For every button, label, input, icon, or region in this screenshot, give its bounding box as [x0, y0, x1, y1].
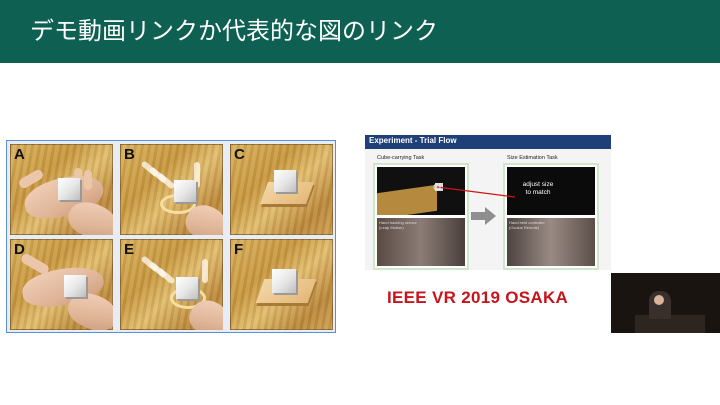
representative-figure: A B C D E F	[6, 140, 336, 333]
virtual-finger-illustration	[156, 267, 176, 285]
finger-illustration	[84, 170, 92, 190]
panel-letter: B	[124, 146, 135, 163]
figure-panel-b: B	[120, 144, 223, 235]
panel-letter: A	[14, 146, 25, 163]
cube-illustration	[176, 277, 198, 299]
figure-panel-a: A	[10, 144, 113, 235]
virtual-finger-illustration	[156, 172, 176, 190]
panel-letter: D	[14, 241, 25, 258]
figure-panel-c: C	[230, 144, 333, 235]
cube-illustration	[174, 180, 196, 202]
figure-panel-e: E	[120, 239, 223, 330]
figure-panel-d: D	[10, 239, 113, 330]
demo-video-frame[interactable]: Experiment - Trial Flow Cube-carrying Ta…	[365, 135, 720, 333]
cube-illustration	[58, 178, 80, 200]
speaker-camera	[611, 273, 720, 333]
video-slide: Experiment - Trial Flow Cube-carrying Ta…	[365, 135, 611, 270]
panel-letter: F	[234, 241, 244, 258]
figure-panel-f: F	[230, 239, 333, 330]
virtual-finger-illustration	[202, 259, 208, 283]
slide-title: デモ動画リンクか代表的な図のリンク	[30, 17, 438, 45]
conference-logo: IEEE VR 2019 OSAKA	[387, 288, 569, 307]
cube-illustration	[274, 170, 296, 192]
speaker-face	[654, 295, 664, 305]
pointer-line	[433, 183, 516, 198]
cube-illustration	[64, 275, 86, 297]
slide-header: デモ動画リンクか代表的な図のリンク	[0, 0, 720, 63]
panel-letter: C	[234, 146, 245, 163]
cube-illustration	[272, 269, 296, 293]
panel-letter: E	[124, 241, 135, 258]
